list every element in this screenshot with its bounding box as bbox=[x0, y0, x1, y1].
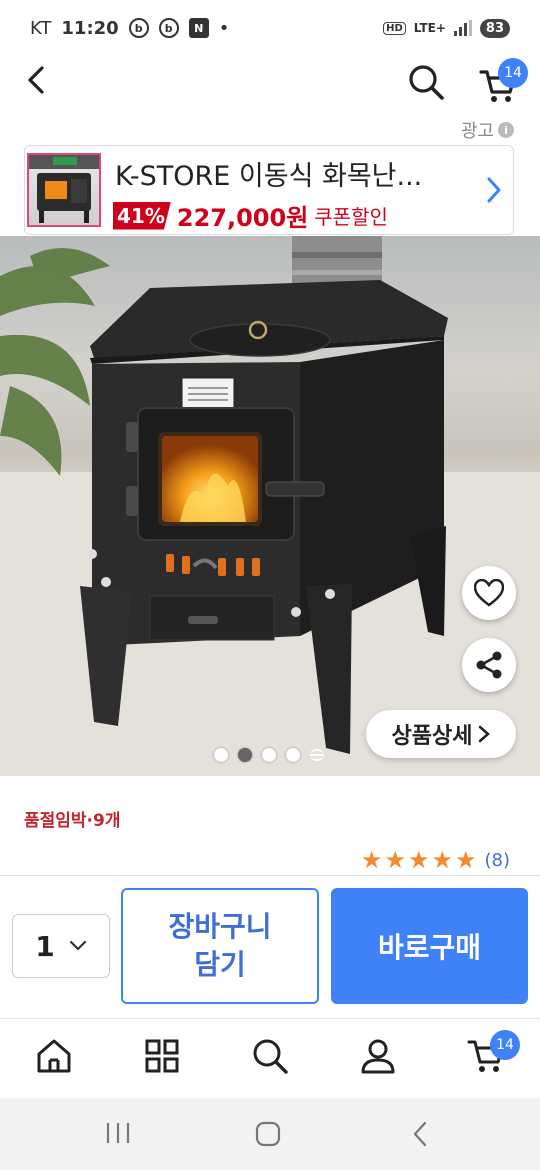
product-detail-label: 상품상세 bbox=[391, 724, 473, 749]
status-bar: KT 11:20 b b N • HD LTE+ 83 bbox=[0, 0, 540, 56]
notification-n-icon: N bbox=[188, 18, 209, 38]
add-to-cart-label-line1: 장바구니 bbox=[168, 910, 272, 944]
ad-label-text: 광고 bbox=[460, 121, 494, 142]
share-button[interactable] bbox=[462, 638, 516, 692]
ad-title: K-STORE 이동식 화목난... bbox=[115, 161, 423, 192]
home-system-icon[interactable] bbox=[254, 1120, 282, 1148]
buy-now-button[interactable]: 바로구매 bbox=[331, 888, 528, 1004]
product-detail-button[interactable]: 상품상세 bbox=[366, 710, 516, 758]
cart-tab-count-badge: 14 bbox=[490, 1030, 520, 1060]
carousel-dot[interactable] bbox=[286, 748, 300, 762]
carousel-indicator bbox=[214, 748, 324, 762]
add-to-cart-label-line2: 담기 bbox=[194, 948, 246, 981]
chevron-right-icon bbox=[487, 177, 501, 203]
quantity-value: 1 bbox=[35, 929, 55, 963]
cart-count-badge: 14 bbox=[498, 58, 528, 88]
system-navigation-bar bbox=[0, 1098, 540, 1170]
network-type-label: LTE+ bbox=[413, 21, 446, 35]
carrier-label: KT bbox=[30, 17, 52, 39]
ad-coupon-label: 쿠폰할인 bbox=[314, 205, 388, 229]
star-icon: ★ bbox=[454, 846, 477, 874]
review-count: (8) bbox=[484, 849, 511, 871]
battery-indicator: 83 bbox=[479, 18, 510, 38]
carousel-grid-icon[interactable] bbox=[310, 749, 324, 761]
home-icon[interactable] bbox=[34, 1036, 74, 1076]
clock: 11:20 bbox=[61, 17, 119, 39]
carousel-dot-active[interactable] bbox=[238, 748, 252, 762]
category-grid-icon[interactable] bbox=[142, 1036, 182, 1076]
cart-button[interactable]: 14 bbox=[474, 58, 528, 104]
bottom-tab-bar: 14 bbox=[0, 1020, 540, 1098]
carousel-dot[interactable] bbox=[214, 748, 228, 762]
chevron-right-icon bbox=[479, 725, 491, 743]
recent-apps-icon[interactable] bbox=[104, 1120, 132, 1146]
notification-b-icon: b bbox=[128, 18, 149, 38]
heart-icon bbox=[474, 579, 504, 607]
top-navigation: 14 bbox=[0, 50, 540, 110]
info-icon[interactable]: i bbox=[498, 122, 514, 138]
ad-price-row: 41% 227,000원 쿠폰할인 bbox=[113, 198, 388, 233]
carousel-dot[interactable] bbox=[262, 748, 276, 762]
more-notifications-dot-icon: • bbox=[218, 17, 230, 39]
quantity-select[interactable]: 1 bbox=[12, 914, 110, 978]
back-arrow-icon[interactable] bbox=[22, 64, 52, 96]
stock-notice: 품절임박·9개 bbox=[24, 811, 121, 831]
chevron-down-icon bbox=[69, 940, 86, 951]
rating-summary[interactable]: ★ ★ ★ ★ ★ (8) bbox=[361, 848, 510, 872]
signal-icon bbox=[453, 20, 472, 36]
profile-icon[interactable] bbox=[358, 1036, 398, 1076]
ad-thumbnail-image bbox=[27, 153, 101, 227]
wood-stove-product-image bbox=[0, 236, 540, 776]
cart-tab[interactable]: 14 bbox=[464, 1030, 524, 1082]
add-to-cart-button[interactable]: 장바구니 담기 bbox=[121, 888, 319, 1004]
ad-discount-badge: 41% bbox=[113, 201, 171, 230]
search-icon[interactable] bbox=[406, 62, 446, 102]
star-icon: ★ bbox=[384, 846, 406, 874]
ad-price: 227,000원 bbox=[176, 204, 309, 232]
hd-voice-icon: HD bbox=[383, 21, 406, 35]
product-image-carousel[interactable] bbox=[0, 236, 540, 776]
star-icon: ★ bbox=[407, 846, 430, 874]
search-tab-icon[interactable] bbox=[250, 1036, 290, 1076]
ad-label: 광고 i bbox=[461, 117, 514, 143]
share-icon bbox=[476, 651, 502, 679]
ad-banner[interactable]: K-STORE 이동식 화목난... 41% 227,000원 쿠폰할인 bbox=[24, 145, 514, 235]
purchase-bar: 1 장바구니 담기 바로구매 bbox=[0, 875, 540, 1019]
notification-b-icon-2: b bbox=[158, 18, 179, 38]
star-icon: ★ bbox=[360, 846, 383, 874]
wishlist-button[interactable] bbox=[462, 566, 516, 620]
star-icon: ★ bbox=[431, 846, 453, 874]
back-system-icon[interactable] bbox=[410, 1120, 430, 1148]
